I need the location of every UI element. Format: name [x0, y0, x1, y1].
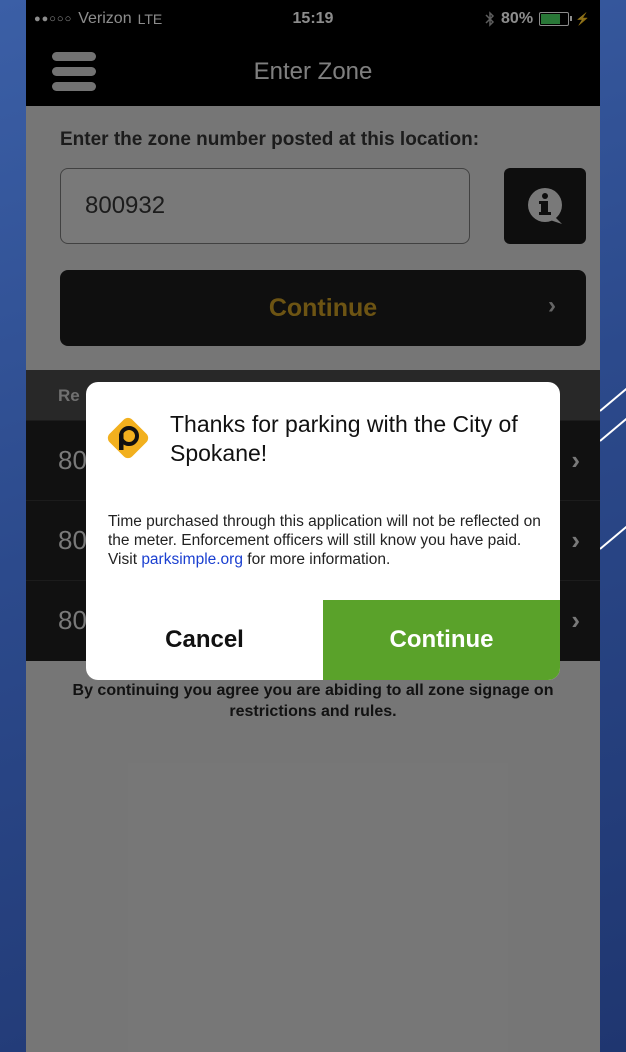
dialog-message-suffix: for more information. [242, 551, 391, 568]
dialog-message: Time purchased through this application … [108, 512, 544, 569]
parking-notice-dialog: Thanks for parking with the City of Spok… [86, 382, 560, 680]
decorative-line [599, 522, 626, 550]
dialog-title: Thanks for parking with the City of Spok… [170, 411, 518, 466]
phone-screen: ●●○○○ Verizon LTE 15:19 80% ⚡ Enter Zone… [26, 0, 600, 1052]
decorative-line [599, 414, 626, 442]
dialog-cancel-button[interactable]: Cancel [86, 600, 323, 680]
dialog-continue-button[interactable]: Continue [323, 600, 560, 680]
decorative-line [599, 384, 626, 412]
parksimple-link[interactable]: parksimple.org [141, 551, 243, 568]
parksimple-logo-icon [107, 417, 149, 459]
